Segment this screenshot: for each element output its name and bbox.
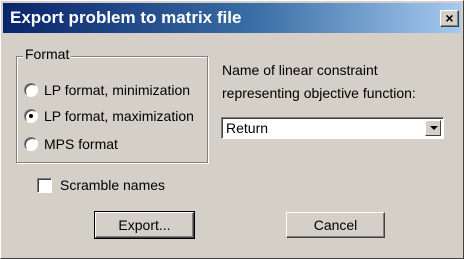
radio-label: MPS format — [44, 136, 118, 152]
chevron-down-icon[interactable] — [425, 120, 441, 136]
select-value: Return — [226, 120, 269, 136]
radio-button[interactable] — [24, 83, 38, 97]
scramble-names-checkbox[interactable] — [37, 177, 52, 193]
dialog-title: Export problem to matrix file — [10, 8, 242, 27]
scramble-names-label: Scramble names — [60, 177, 166, 193]
cancel-button[interactable]: Cancel — [286, 212, 385, 238]
export-button[interactable]: Export... — [94, 211, 195, 239]
radio-lp-maximization[interactable]: LP format, maximization — [24, 107, 194, 125]
objective-label-line1: Name of linear constraint — [222, 62, 378, 78]
radio-button-selected[interactable] — [24, 109, 38, 123]
close-button[interactable]: × — [440, 10, 459, 27]
export-dialog: Export problem to matrix file × Format L… — [0, 0, 464, 259]
radio-label: LP format, maximization — [44, 108, 194, 124]
scramble-names-checkbox-row[interactable]: Scramble names — [37, 177, 165, 193]
radio-button[interactable] — [24, 137, 38, 151]
format-group-label: Format — [23, 46, 72, 62]
objective-constraint-select[interactable]: Return — [221, 117, 444, 139]
objective-label-line2: representing objective function: — [222, 85, 416, 101]
radio-lp-minimization[interactable]: LP format, minimization — [24, 81, 190, 99]
radio-mps-format[interactable]: MPS format — [24, 135, 118, 153]
radio-label: LP format, minimization — [44, 82, 191, 98]
title-bar[interactable]: Export problem to matrix file × — [3, 3, 461, 33]
